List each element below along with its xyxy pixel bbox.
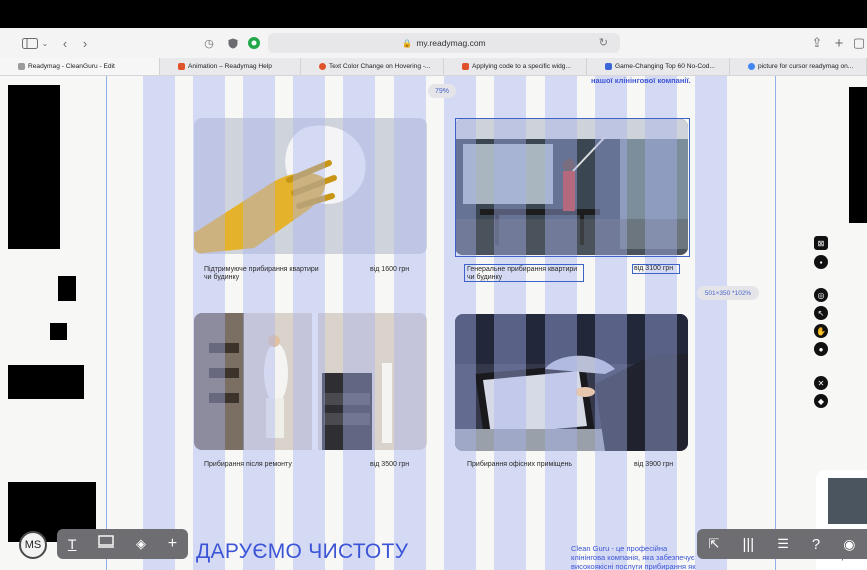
pages-tool-icon[interactable]: ☰: [777, 536, 789, 552]
tab-overview-icon[interactable]: ▢: [852, 33, 866, 53]
size-indicator: 501×350 *102%: [697, 286, 759, 300]
right-toolbar: ⇱ ||| ☰ ? ◉: [697, 529, 867, 559]
tab-text-color[interactable]: Text Color Change on Hovering -...: [301, 58, 444, 75]
editor-canvas[interactable]: нашої клінінгової компанії. 79% Підтриму…: [0, 76, 867, 570]
card-caption[interactable]: Генеральне прибирання квартири чи будинк…: [467, 266, 582, 282]
thumbnail-image: [828, 478, 867, 524]
reload-icon[interactable]: ↻: [599, 36, 608, 49]
address-bar[interactable]: 🔒 my.readymag.com ↻: [268, 33, 620, 53]
readymag-favicon-icon: [18, 63, 25, 70]
tab-applying-code[interactable]: Applying code to a specific widg...: [444, 58, 587, 75]
new-tab-icon[interactable]: +: [832, 33, 846, 53]
back-icon[interactable]: ‹: [58, 33, 72, 53]
readymag-favicon-icon: [319, 63, 326, 70]
widget-tool-icon[interactable]: [98, 535, 115, 553]
grid-column: [394, 76, 426, 570]
tab-google-search[interactable]: picture for cursor readymag on...: [730, 58, 867, 75]
grid-column: [243, 76, 275, 570]
grid-column: [193, 76, 225, 570]
forward-icon[interactable]: ›: [78, 33, 92, 53]
columns-tool-icon[interactable]: |||: [742, 536, 754, 553]
add-tool-icon[interactable]: +: [168, 535, 177, 553]
readymag-favicon-icon: [178, 63, 185, 70]
circle-icon[interactable]: ●: [814, 342, 828, 356]
black-block: [8, 365, 84, 399]
help-tool-icon[interactable]: ?: [812, 536, 820, 553]
cursor-icon[interactable]: ↖: [814, 306, 828, 320]
tab-label: Game-Changing Top 60 No-Cod...: [615, 63, 715, 70]
card-price[interactable]: від 3900 грн: [634, 461, 673, 468]
link-favicon-icon: [605, 63, 612, 70]
card-caption[interactable]: Прибирання офісних приміщень: [467, 461, 607, 469]
top-black-bar: [0, 0, 867, 28]
grid-column: [143, 76, 175, 570]
history-icon[interactable]: ◷: [202, 33, 216, 53]
grid-column: [695, 76, 727, 570]
grid-column: [293, 76, 325, 570]
extension-icon[interactable]: [247, 33, 261, 53]
pointer-tool-icon[interactable]: ⇱: [709, 536, 720, 552]
card-price[interactable]: від 1600 грн: [370, 266, 409, 273]
black-block: [50, 323, 67, 340]
black-block: [849, 87, 867, 223]
card-caption[interactable]: Прибирання після ремонту: [204, 461, 334, 469]
globe-icon[interactable]: ◎: [814, 288, 828, 302]
about-paragraph[interactable]: Clean Guru - це професійна клінінгова ко…: [571, 544, 702, 570]
tab-no-code[interactable]: Game-Changing Top 60 No-Cod...: [587, 58, 730, 75]
selection-outline: [455, 118, 690, 257]
share-icon[interactable]: ⇪: [810, 33, 824, 53]
card-price[interactable]: від 3500 грн: [370, 461, 409, 468]
user-avatar[interactable]: MS: [19, 531, 47, 559]
black-block: [58, 276, 76, 301]
google-favicon-icon: [748, 63, 755, 70]
save-icon[interactable]: ▪: [814, 255, 828, 269]
fit-screen-icon[interactable]: ⊠: [814, 236, 828, 250]
tab-animation-help[interactable]: Animation – Readymag Help: [160, 58, 301, 75]
tab-readymag-edit[interactable]: Readymag - CleanGuru - Edit: [0, 58, 160, 75]
black-block: [8, 85, 60, 249]
url-text: my.readymag.com: [416, 38, 486, 48]
hand-icon[interactable]: ✋: [814, 324, 828, 338]
pin-icon[interactable]: ✕: [814, 376, 828, 390]
hero-headline[interactable]: ДАРУЄМО ЧИСТОТУ: [196, 540, 408, 564]
card-price[interactable]: від 3100 грн: [634, 265, 673, 272]
sidebar-toggle-icon[interactable]: [18, 33, 42, 53]
tab-label: Text Color Change on Hovering -...: [329, 63, 431, 70]
tab-bar: Readymag - CleanGuru - Edit Animation – …: [0, 58, 867, 76]
text-tool-icon[interactable]: T: [68, 536, 77, 552]
grid-column: [343, 76, 375, 570]
layout-guide: [775, 76, 776, 570]
zoom-indicator: 79%: [428, 84, 456, 98]
tab-label: Readymag - CleanGuru - Edit: [28, 63, 115, 70]
chevron-down-icon[interactable]: ⌄: [40, 33, 50, 53]
readymag-favicon-icon: [462, 63, 469, 70]
tab-label: picture for cursor readymag on...: [758, 63, 854, 70]
layout-guide: [106, 76, 107, 570]
lock-icon: 🔒: [402, 38, 413, 48]
browser-toolbar: ⌄ ‹ › ◷ 🔒 my.readymag.com ↻ ⇪ + ▢: [0, 28, 867, 58]
layers-tool-icon[interactable]: ◈: [136, 536, 146, 552]
tab-label: Animation – Readymag Help: [188, 63, 272, 70]
shield-icon[interactable]: [226, 33, 240, 53]
layers-icon[interactable]: ◆: [814, 394, 828, 408]
tab-label: Applying code to a specific widg...: [472, 63, 571, 70]
intro-text-fragment[interactable]: нашої клінінгової компанії.: [591, 76, 721, 85]
preview-tool-icon[interactable]: ◉: [843, 536, 855, 553]
left-toolbar: T ◈ +: [57, 529, 188, 559]
card-caption[interactable]: Підтримуюче прибирання квартири чи будин…: [204, 266, 324, 282]
